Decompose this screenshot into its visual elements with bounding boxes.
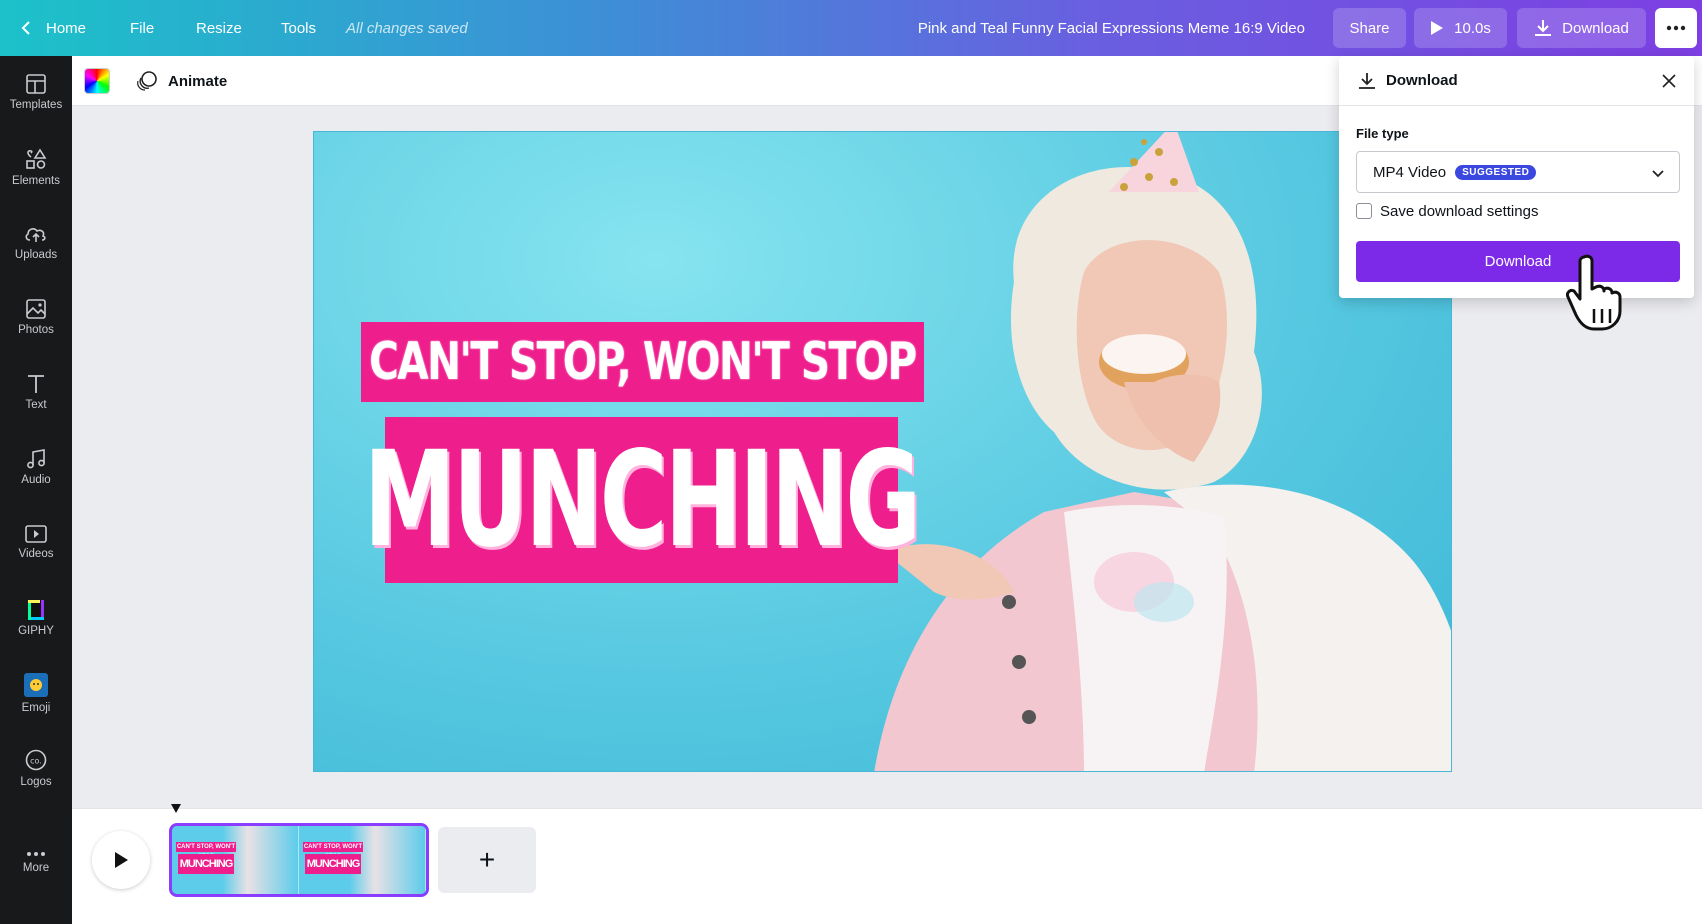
plus-icon: + [478, 844, 496, 875]
sidebar-label: GIPHY [18, 624, 54, 637]
video-icon [25, 524, 47, 543]
sidebar-label: Photos [18, 323, 54, 336]
sidebar-label: Videos [18, 547, 54, 560]
playhead-marker[interactable] [170, 803, 182, 815]
hand-cursor-icon [1566, 254, 1622, 331]
file-menu[interactable]: File [130, 0, 154, 56]
sidebar-item-uploads[interactable]: Uploads [0, 210, 72, 274]
upload-icon [25, 227, 46, 242]
sidebar-label: Elements [12, 174, 60, 187]
sidebar-label: Audio [21, 473, 51, 486]
add-page-button[interactable]: + [438, 827, 536, 893]
share-label: Share [1349, 19, 1390, 37]
home-link[interactable]: Home [46, 0, 86, 56]
more-icon [27, 851, 45, 856]
text-icon [28, 374, 44, 393]
download-panel-title: Download [1386, 72, 1458, 89]
sidebar-item-elements[interactable]: Elements [0, 135, 72, 199]
headline-banner-top[interactable]: CAN'T STOP, WON'T STOP [361, 322, 924, 402]
sidebar-label: Templates [9, 98, 63, 111]
logo-icon: co. [25, 749, 47, 770]
svg-text:co.: co. [30, 756, 42, 765]
download-button[interactable]: Download [1517, 8, 1646, 48]
download-panel: Download File type MP4 Video SUGGESTED S… [1339, 56, 1694, 298]
sidebar-label: Logos [20, 775, 52, 788]
animate-button[interactable]: Animate [136, 56, 227, 106]
giphy-icon [28, 599, 44, 620]
clip-thumb-text-top: CAN'T STOP, WON'T STOP [176, 842, 236, 860]
more-options-button[interactable] [1655, 8, 1697, 48]
sidebar-item-logos[interactable]: co. Logos [0, 736, 72, 800]
sidebar-item-text[interactable]: Text [0, 360, 72, 424]
sidebar-label: More [22, 861, 50, 874]
sidebar-item-giphy[interactable]: GIPHY [0, 586, 72, 650]
templates-icon [26, 73, 46, 94]
sidebar-item-videos[interactable]: Videos [0, 510, 72, 574]
file-type-label: File type [1356, 126, 1409, 141]
photo-icon [26, 298, 46, 319]
color-picker-button[interactable] [84, 68, 110, 94]
share-button[interactable]: Share [1333, 8, 1406, 48]
preview-play-button[interactable]: 10.0s [1414, 8, 1507, 48]
ellipsis-icon [1666, 25, 1686, 31]
suggested-badge: SUGGESTED [1455, 164, 1537, 180]
play-icon [115, 852, 128, 868]
clip-thumb-text-main: MUNCHING [305, 854, 361, 874]
sidebar-item-more[interactable]: More [0, 830, 72, 894]
top-bar: Home File Resize Tools All changes saved… [0, 0, 1702, 56]
confirm-download-label: Download [1484, 253, 1552, 270]
chevron-down-icon [1652, 170, 1664, 178]
clip-thumb-text-top: CAN'T STOP, WON'T STOP [303, 842, 363, 860]
headline-top-text[interactable]: CAN'T STOP, WON'T STOP [369, 332, 917, 392]
elements-icon [26, 147, 47, 169]
download-icon [1359, 73, 1375, 89]
play-icon [1431, 21, 1444, 35]
music-icon [27, 448, 45, 468]
save-settings-label[interactable]: Save download settings [1380, 203, 1538, 220]
file-type-value: MP4 Video [1373, 163, 1447, 181]
sidebar-item-emoji[interactable]: Emoji [0, 661, 72, 725]
headline-banner-main[interactable]: MUNCHING [364, 417, 922, 583]
animate-label: Animate [168, 72, 228, 90]
headline-main-text[interactable]: MUNCHING [364, 423, 921, 577]
timeline: CAN'T STOP, WON'T STOP MUNCHING CAN'T ST… [72, 804, 1702, 924]
clip-thumbnail: CAN'T STOP, WON'T STOP MUNCHING [299, 826, 426, 894]
tools-menu[interactable]: Tools [281, 0, 316, 56]
save-status: All changes saved [346, 19, 468, 37]
left-sidebar: Templates Elements Uploads Photos Text A… [0, 56, 72, 924]
download-label: Download [1562, 19, 1629, 37]
clip-thumbnail: CAN'T STOP, WON'T STOP MUNCHING [172, 826, 299, 894]
download-icon [1535, 20, 1552, 36]
emoji-icon [24, 672, 48, 697]
sidebar-item-audio[interactable]: Audio [0, 435, 72, 499]
animate-icon [137, 71, 157, 91]
sidebar-label: Uploads [14, 248, 58, 261]
design-canvas[interactable]: CAN'T STOP, WON'T STOP MUNCHING [313, 131, 1452, 772]
back-chevron-icon[interactable] [20, 0, 32, 56]
download-panel-header: Download [1339, 56, 1694, 106]
sidebar-item-templates[interactable]: Templates [0, 60, 72, 124]
duration-label: 10.0s [1454, 19, 1491, 37]
sidebar-label: Emoji [21, 701, 51, 714]
project-title[interactable]: Pink and Teal Funny Facial Expressions M… [918, 0, 1305, 56]
sidebar-item-photos[interactable]: Photos [0, 285, 72, 349]
resize-menu[interactable]: Resize [196, 0, 242, 56]
timeline-clip[interactable]: CAN'T STOP, WON'T STOP MUNCHING CAN'T ST… [169, 823, 429, 897]
sidebar-label: Text [25, 398, 47, 411]
close-icon[interactable] [1658, 70, 1680, 92]
timeline-play-button[interactable] [92, 831, 150, 889]
save-settings-checkbox[interactable] [1356, 203, 1372, 219]
file-type-select[interactable]: MP4 Video SUGGESTED [1356, 151, 1680, 193]
clip-thumb-text-main: MUNCHING [178, 854, 234, 874]
